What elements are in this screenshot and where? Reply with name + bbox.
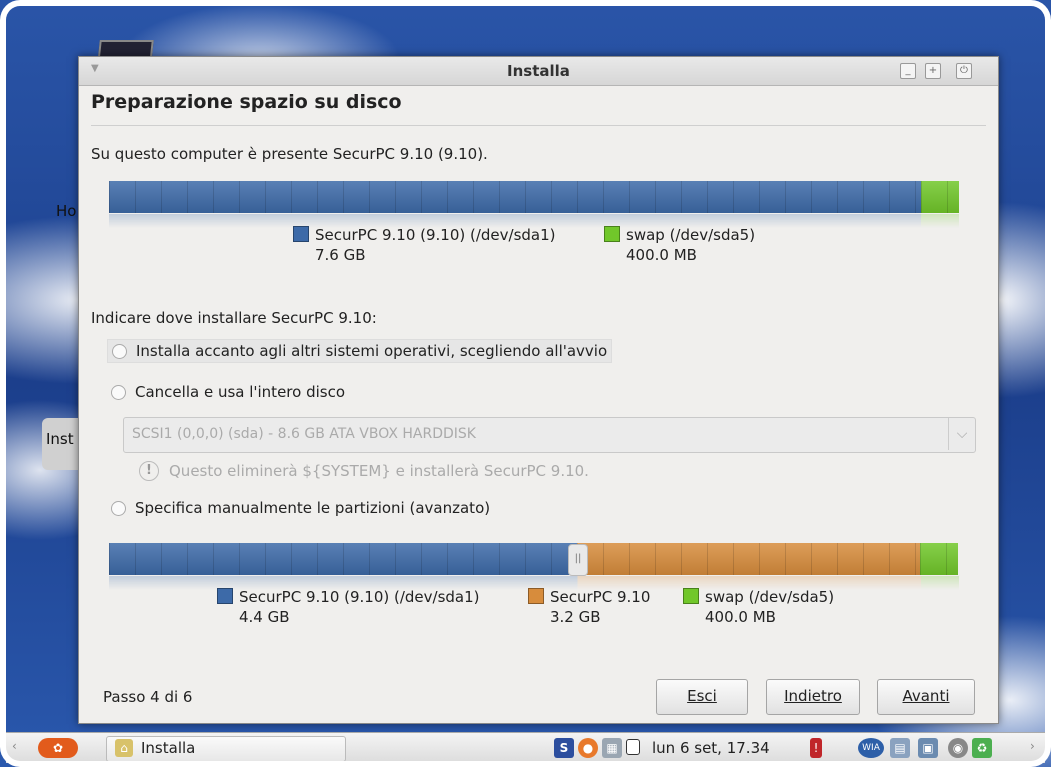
chevron-down-icon[interactable]: ⌵: [948, 418, 975, 450]
installer-window: ▼ Installa _ + ⏻ Preparazione spazio su …: [78, 56, 999, 724]
desktop-label-home: Ho: [56, 202, 77, 220]
warning-text: Questo eliminerà ${SYSTEM} e installerà …: [169, 462, 589, 480]
recycle-icon[interactable]: ♻: [972, 738, 992, 758]
legend-label: SecurPC 9.10 (9.10) (/dev/sda1): [315, 226, 556, 244]
forward-button[interactable]: Avanti: [877, 679, 975, 715]
legend-label: SecurPC 9.10: [550, 588, 651, 606]
taskbar-scroll-left-icon[interactable]: ‹: [12, 739, 17, 753]
window-title: Installa: [507, 62, 570, 80]
radio-side-by-side[interactable]: Installa accanto agli altri sistemi oper…: [107, 339, 613, 363]
alert-icon[interactable]: !: [810, 738, 822, 758]
maximize-icon[interactable]: +: [925, 63, 941, 79]
legend-swatch-blue: [293, 226, 309, 242]
radio-label: Installa accanto agli altri sistemi oper…: [136, 342, 608, 360]
legend-swatch-blue: [217, 588, 233, 604]
legend-size: 3.2 GB: [550, 608, 601, 626]
legend-label: SecurPC 9.10 (9.10) (/dev/sda1): [239, 588, 480, 606]
partition-segment-sda1: [109, 543, 577, 575]
back-button[interactable]: Indietro: [766, 679, 860, 715]
partition-segment-sda1: [109, 181, 921, 213]
new-partition-bar: [109, 543, 959, 575]
erase-warning: ! Questo eliminerà ${SYSTEM} e installer…: [139, 461, 589, 481]
legend-item-sda1: SecurPC 9.10 (9.10) (/dev/sda1) 4.4 GB: [217, 587, 480, 627]
screenshot-icon[interactable]: ▦: [602, 738, 622, 758]
legend-label: swap (/dev/sda5): [626, 226, 756, 244]
quit-button-label: Esci: [687, 687, 717, 705]
window-titlebar[interactable]: ▼ Installa _ + ⏻: [79, 57, 998, 86]
taskbar-task-label: Installa: [141, 739, 196, 757]
current-partition-bar: [109, 181, 959, 213]
legend-swatch-orange: [528, 588, 544, 604]
partition-resize-handle[interactable]: ||: [568, 544, 588, 576]
quit-button[interactable]: Esci: [656, 679, 748, 715]
legend-label: swap (/dev/sda5): [705, 588, 835, 606]
clipboard-icon[interactable]: ▤: [890, 738, 910, 758]
legend-item-swap: swap (/dev/sda5) 400.0 MB: [604, 225, 755, 265]
page-title: Preparazione spazio su disco: [91, 91, 402, 113]
network-icon[interactable]: ▣: [918, 738, 938, 758]
taskbar-task-installa[interactable]: ⌂ Installa: [106, 736, 346, 762]
volume-icon[interactable]: ◉: [948, 738, 968, 758]
desktop-label-install: Inst: [46, 430, 74, 448]
radio-dot[interactable]: [111, 384, 126, 400]
minimize-icon[interactable]: _: [900, 63, 916, 79]
legend-item-swap: swap (/dev/sda5) 400.0 MB: [683, 587, 834, 627]
taskbar-scroll-right-icon[interactable]: ›: [1030, 739, 1035, 753]
legend-item-sda1: SecurPC 9.10 (9.10) (/dev/sda1) 7.6 GB: [293, 225, 556, 265]
step-indicator: Passo 4 di 6: [103, 688, 193, 706]
install-where-question: Indicare dove installare SecurPC 9.10:: [91, 309, 377, 327]
wia-icon[interactable]: WIA: [858, 738, 884, 758]
clock[interactable]: lun 6 set, 17.34: [652, 739, 770, 757]
radio-erase-disk[interactable]: Cancella e usa l'intero disco: [111, 383, 345, 401]
radio-label: Cancella e usa l'intero disco: [135, 383, 346, 401]
back-button-label: Indietro: [784, 687, 842, 705]
radio-dot[interactable]: [112, 343, 127, 359]
radio-manual[interactable]: Specifica manualmente le partizioni (ava…: [111, 499, 490, 517]
legend-item-new: SecurPC 9.10 3.2 GB: [528, 587, 650, 627]
close-icon[interactable]: ⏻: [956, 63, 972, 79]
partition-segment-new: [577, 543, 920, 575]
disk-select[interactable]: SCSI1 (0,0,0) (sda) - 8.6 GB ATA VBOX HA…: [123, 417, 976, 453]
window-icon[interactable]: [626, 739, 640, 755]
s-app-icon[interactable]: S: [554, 738, 574, 758]
installer-icon: ⌂: [115, 739, 133, 757]
firefox-icon[interactable]: ●: [578, 738, 598, 758]
partition-segment-swap: [920, 543, 958, 575]
taskbar: ‹ ✿ ⌂ Installa S ● ▦ lun 6 set, 17.34 ! …: [6, 732, 1045, 763]
present-os-text: Su questo computer è presente SecurPC 9.…: [91, 145, 488, 163]
start-menu-icon[interactable]: ✿: [38, 738, 78, 758]
radio-dot[interactable]: [111, 500, 126, 516]
partition-segment-swap: [921, 181, 959, 213]
legend-swatch-green: [604, 226, 620, 242]
legend-size: 400.0 MB: [626, 246, 697, 264]
disk-select-value: SCSI1 (0,0,0) (sda) - 8.6 GB ATA VBOX HA…: [132, 426, 476, 442]
warning-icon: !: [139, 461, 159, 481]
radio-label: Specifica manualmente le partizioni (ava…: [135, 499, 491, 517]
legend-size: 4.4 GB: [239, 608, 290, 626]
legend-size: 400.0 MB: [705, 608, 776, 626]
legend-swatch-green: [683, 588, 699, 604]
divider: [91, 125, 986, 126]
forward-button-label: Avanti: [902, 687, 950, 705]
legend-size: 7.6 GB: [315, 246, 366, 264]
